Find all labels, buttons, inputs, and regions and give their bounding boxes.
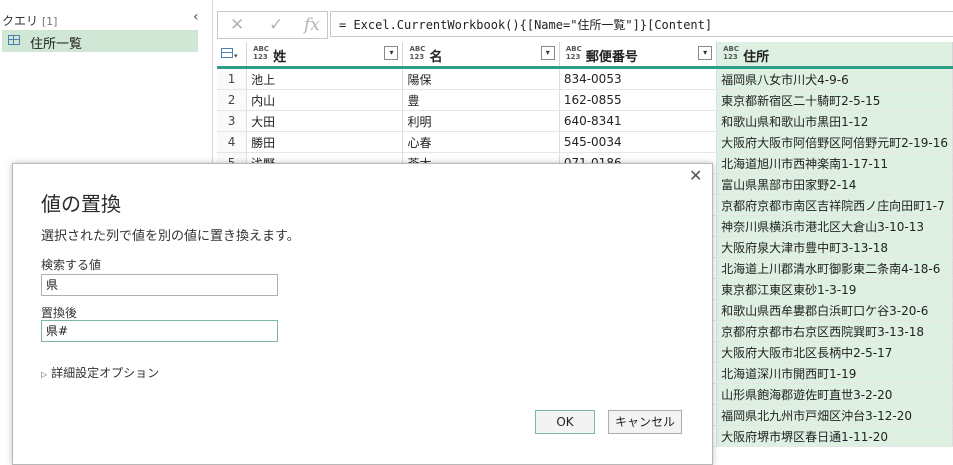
replace-with-input[interactable]: 県# bbox=[41, 320, 278, 342]
row-number: 2 bbox=[217, 89, 248, 111]
cancel-button[interactable]: キャンセル bbox=[608, 410, 682, 434]
table-menu-button[interactable]: ▾ bbox=[217, 42, 248, 69]
cancel-formula-icon[interactable]: ✕ bbox=[230, 15, 244, 35]
replace-with-label: 置換後 bbox=[41, 306, 78, 320]
table-row[interactable]: 2 内山豊 162-0855 東京都新宿区二十騎町2-5-15 bbox=[217, 89, 953, 111]
table-cell[interactable]: 大阪府泉大津市豊中町3-13-18 bbox=[716, 236, 953, 258]
table-cell[interactable]: 内山 bbox=[246, 89, 404, 111]
table-icon bbox=[8, 35, 20, 45]
row-number: 4 bbox=[217, 131, 248, 153]
table-cell[interactable]: 豊 bbox=[402, 89, 560, 111]
table-cell[interactable]: 和歌山県和歌山市黒田1-12 bbox=[716, 110, 953, 132]
table-cell[interactable]: 心春 bbox=[402, 131, 560, 153]
type-abc123-icon: ABC 123 bbox=[723, 45, 740, 61]
column-header-postal-code[interactable]: ABC 123 郵便番号 ▾ bbox=[559, 42, 718, 69]
table-cell[interactable]: 福岡県八女市川犬4-9-6 bbox=[716, 67, 953, 90]
queries-count: [1] bbox=[41, 15, 58, 28]
table-cell[interactable]: 陽保 bbox=[402, 67, 560, 90]
collapse-pane-icon[interactable]: ‹ bbox=[193, 9, 199, 25]
header-row: ▾ ABC123 姓 ▾ ABC123 名 ▾ ABC123 郵便番号 ▾ bbox=[217, 42, 953, 69]
table-cell[interactable]: 京都府京都市南区吉祥院西ノ庄向田町1-7 bbox=[716, 194, 953, 216]
table-cell[interactable]: 北海道上川郡清水町御影東二条南4-18-6 bbox=[716, 257, 953, 279]
table-cell[interactable]: 東京都江東区東砂1-3-19 bbox=[716, 278, 953, 300]
table-cell[interactable]: 834-0053 bbox=[559, 67, 718, 90]
table-cell[interactable]: 山形県飽海郡遊佐町直世3-2-20 bbox=[716, 383, 953, 405]
expand-triangle-icon: ▷ bbox=[41, 370, 48, 379]
table-cell[interactable]: 大阪府大阪市阿倍野区阿倍野元町2-19-16 bbox=[716, 131, 953, 153]
table-row[interactable]: 4 勝田 心春 545-0034 大阪府大阪市阿倍野区阿倍野元町2-19-16 bbox=[217, 131, 953, 153]
table-cell[interactable]: 大田 bbox=[246, 110, 404, 132]
table-cell[interactable]: 勝田 bbox=[246, 131, 404, 153]
column-header-label: 郵便番号 bbox=[585, 50, 638, 65]
formula-buttons: ✕ ✓ fx bbox=[217, 11, 328, 39]
formula-input[interactable]: = Excel.CurrentWorkbook(){[Name="住所一覧"]}… bbox=[330, 11, 953, 37]
dialog-title: 値の置換 bbox=[41, 192, 121, 216]
column-header-first-name[interactable]: ABC 123 名 ▾ bbox=[402, 42, 560, 69]
queries-title: クエリ bbox=[2, 14, 39, 28]
close-icon[interactable]: ✕ bbox=[689, 166, 702, 185]
table-cell[interactable]: 利明 bbox=[402, 110, 560, 132]
row-number: 1 bbox=[217, 67, 248, 90]
advanced-options-toggle[interactable]: ▷ 詳細設定オプション bbox=[41, 364, 159, 381]
replace-values-dialog: ✕ 値の置換 選択された列で値を別の値に置き換えます。 検索する値 県 置換後 … bbox=[12, 163, 713, 465]
table-cell[interactable]: 東京都新宿区二十騎町2-5-15 bbox=[716, 89, 953, 111]
ok-button[interactable]: OK bbox=[535, 410, 595, 434]
column-filter-button[interactable]: ▾ bbox=[384, 46, 399, 60]
find-value-input[interactable]: 県 bbox=[41, 274, 278, 296]
table-cell[interactable]: 福岡県北九州市戸畑区沖台3-12-20 bbox=[716, 404, 953, 426]
query-item-label: 住所一覧 bbox=[30, 37, 83, 52]
type-abc123-icon: ABC 123 bbox=[409, 45, 426, 61]
column-filter-button[interactable]: ▾ bbox=[698, 46, 713, 60]
column-filter-button[interactable]: ▾ bbox=[540, 46, 555, 60]
table-cell[interactable]: 大阪府大阪市北区長柄中2-5-17 bbox=[716, 341, 953, 363]
row-number: 3 bbox=[217, 110, 248, 132]
queries-header: クエリ [1] bbox=[2, 12, 57, 29]
table-cell[interactable]: 京都府京都市右京区西院巽町3-13-18 bbox=[716, 320, 953, 342]
fx-icon[interactable]: fx bbox=[304, 15, 320, 35]
commit-formula-icon[interactable]: ✓ bbox=[269, 15, 283, 35]
table-row[interactable]: 1 池上 陽保 834-0053 福岡県八女市川犬4-9-6 bbox=[217, 67, 953, 90]
column-header-label: 住所 bbox=[743, 50, 770, 65]
query-item-address-list[interactable]: 住所一覧 bbox=[2, 30, 198, 52]
column-header-label: 姓 bbox=[273, 50, 287, 65]
table-cell[interactable]: 北海道深川市開西町1-19 bbox=[716, 362, 953, 384]
table-cell[interactable]: 大阪府堺市堺区春日通1-11-20 bbox=[716, 425, 953, 447]
type-abc123-icon: ABC 123 bbox=[565, 45, 582, 61]
table-icon bbox=[221, 48, 233, 58]
table-cell[interactable]: 和歌山県西牟婁郡白浜町口ケ谷3-20-6 bbox=[716, 299, 953, 321]
column-header-last-name[interactable]: ABC 123 姓 ▾ bbox=[246, 42, 404, 69]
formula-bar: ✕ ✓ fx = Excel.CurrentWorkbook(){[Name="… bbox=[217, 11, 953, 39]
table-row[interactable]: 3 大田 利明 640-8341 和歌山県和歌山市黒田1-12 bbox=[217, 110, 953, 132]
table-cell[interactable]: 162-0855 bbox=[559, 89, 718, 111]
table-cell[interactable]: 神奈川県横浜市港北区大倉山3-10-13 bbox=[716, 215, 953, 237]
table-cell[interactable]: 富山県黒部市田家野2-14 bbox=[716, 173, 953, 195]
table-cell[interactable]: 640-8341 bbox=[559, 110, 718, 132]
table-cell[interactable]: 545-0034 bbox=[559, 131, 718, 153]
type-abc123-icon: ABC 123 bbox=[253, 45, 269, 61]
dialog-description: 選択された列で値を別の値に置き換えます。 bbox=[41, 229, 300, 244]
column-header-address[interactable]: ABC 123 住所 bbox=[716, 42, 953, 69]
advanced-options-label: 詳細設定オプション bbox=[51, 366, 160, 380]
table-cell[interactable]: 池上 bbox=[246, 67, 404, 90]
chevron-down-icon: ▾ bbox=[234, 52, 238, 60]
find-value-label: 検索する値 bbox=[41, 258, 102, 272]
table-cell[interactable]: 北海道旭川市西神楽南1-17-11 bbox=[716, 152, 953, 174]
column-header-label: 名 bbox=[429, 50, 443, 65]
